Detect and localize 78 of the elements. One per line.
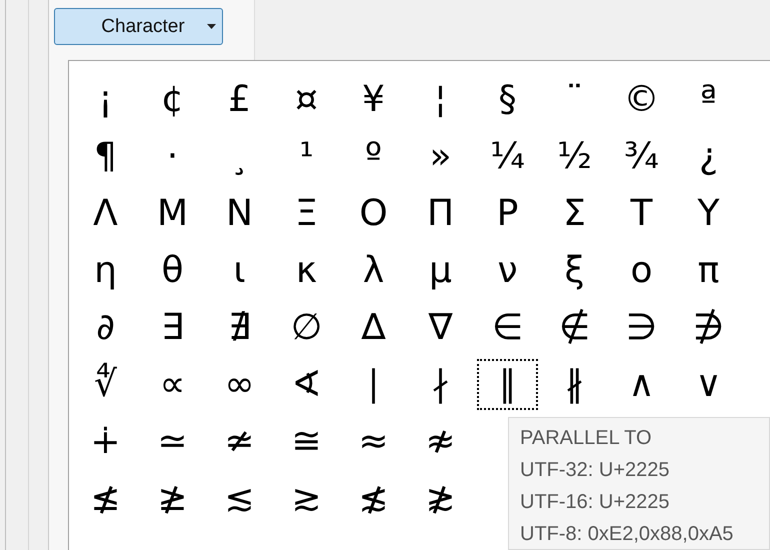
character-cell[interactable]: ¼ xyxy=(477,131,538,182)
character-cell[interactable]: ≄ xyxy=(209,416,270,467)
character-cell[interactable]: ∃ xyxy=(142,302,203,353)
character-cell[interactable]: Τ xyxy=(611,188,672,239)
tooltip-text: PARALLEL TO xyxy=(520,426,653,451)
character-cell[interactable]: » xyxy=(410,131,471,182)
character-cell[interactable]: ½ xyxy=(544,131,605,182)
caret-icon xyxy=(207,24,216,30)
character-cell[interactable]: ¨ xyxy=(544,74,605,125)
character-cell[interactable]: Π xyxy=(410,188,471,239)
character-cell[interactable]: ¤ xyxy=(276,74,337,125)
tooltip-text: UTF-32: U+2225 xyxy=(520,458,671,483)
character-cell[interactable]: ≃ xyxy=(142,416,203,467)
character-cell[interactable]: ∢ xyxy=(276,359,337,410)
character-cell[interactable]: · xyxy=(142,131,203,182)
character-cell[interactable]: ¹ xyxy=(276,131,337,182)
character-cell[interactable]: ≲ xyxy=(209,473,270,524)
character-cell[interactable]: ≱ xyxy=(142,473,203,524)
character-cell[interactable]: º xyxy=(343,131,404,182)
character-cell[interactable]: ∋ xyxy=(611,302,672,353)
character-cell[interactable]: θ xyxy=(142,245,203,296)
character-cell[interactable]: ¥ xyxy=(343,74,404,125)
character-cell[interactable]: ∌ xyxy=(678,302,739,353)
character-cell[interactable]: π xyxy=(678,245,739,296)
character-cell[interactable]: ι xyxy=(209,245,270,296)
character-cell[interactable]: ∂ xyxy=(75,302,136,353)
character-cell[interactable]: ¸ xyxy=(209,131,270,182)
character-cell[interactable]: ∔ xyxy=(75,416,136,467)
character-cell[interactable]: ∝ xyxy=(142,359,203,410)
character-cell[interactable]: μ xyxy=(410,245,471,296)
character-cell[interactable]: ∄ xyxy=(209,302,270,353)
character-cell[interactable]: Ρ xyxy=(477,188,538,239)
character-cell[interactable]: Μ xyxy=(142,188,203,239)
tooltip-text: UTF-8: 0xE2,0x88,0xA5 xyxy=(520,522,734,547)
character-cell[interactable]: ≅ xyxy=(276,416,337,467)
character-cell[interactable]: ¶ xyxy=(75,131,136,182)
character-cell[interactable]: ∤ xyxy=(410,359,471,410)
character-cell[interactable]: ¦ xyxy=(410,74,471,125)
character-cell[interactable]: ∨ xyxy=(678,359,739,410)
character-cell[interactable]: Λ xyxy=(75,188,136,239)
character-cell[interactable]: ∥ xyxy=(477,359,538,410)
character-cell[interactable]: η xyxy=(75,245,136,296)
character-cell[interactable]: Ο xyxy=(343,188,404,239)
character-cell[interactable]: ∇ xyxy=(410,302,471,353)
character-cell[interactable]: ∦ xyxy=(544,359,605,410)
character-cell[interactable]: κ xyxy=(276,245,337,296)
character-cell[interactable]: § xyxy=(477,74,538,125)
character-cell[interactable]: Ξ xyxy=(276,188,337,239)
character-dropdown[interactable]: Character xyxy=(54,8,223,45)
character-cell[interactable]: ∆ xyxy=(343,302,404,353)
character-cell[interactable]: Υ xyxy=(678,188,739,239)
character-cell[interactable]: ª xyxy=(678,74,739,125)
character-cell[interactable]: ∧ xyxy=(611,359,672,410)
character-cell[interactable]: ξ xyxy=(544,245,605,296)
character-cell[interactable]: ο xyxy=(611,245,672,296)
character-cell[interactable]: © xyxy=(611,74,672,125)
character-cell[interactable]: ≈ xyxy=(343,416,404,467)
character-cell[interactable]: ∉ xyxy=(544,302,605,353)
character-cell[interactable]: ν xyxy=(477,245,538,296)
character-cell[interactable]: Ν xyxy=(209,188,270,239)
character-cell[interactable]: ∅ xyxy=(276,302,337,353)
character-cell[interactable]: ¾ xyxy=(611,131,672,182)
character-cell[interactable]: £ xyxy=(209,74,270,125)
character-cell[interactable]: ¿ xyxy=(678,131,739,182)
character-cell[interactable]: ∈ xyxy=(477,302,538,353)
character-cell[interactable]: ∜ xyxy=(75,359,136,410)
character-cell[interactable]: ∞ xyxy=(209,359,270,410)
character-cell[interactable]: ≵ xyxy=(410,473,471,524)
character-cell[interactable]: ≳ xyxy=(276,473,337,524)
character-cell[interactable]: ¢ xyxy=(142,74,203,125)
character-cell[interactable]: ≰ xyxy=(75,473,136,524)
character-cell[interactable]: ∣ xyxy=(343,359,404,410)
character-cell[interactable]: Σ xyxy=(544,188,605,239)
character-cell[interactable]: λ xyxy=(343,245,404,296)
tooltip-text: UTF-16: U+2225 xyxy=(520,490,671,515)
character-cell[interactable]: ¡ xyxy=(75,74,136,125)
character-cell[interactable]: ≴ xyxy=(343,473,404,524)
character-cell[interactable]: ≉ xyxy=(410,416,471,467)
